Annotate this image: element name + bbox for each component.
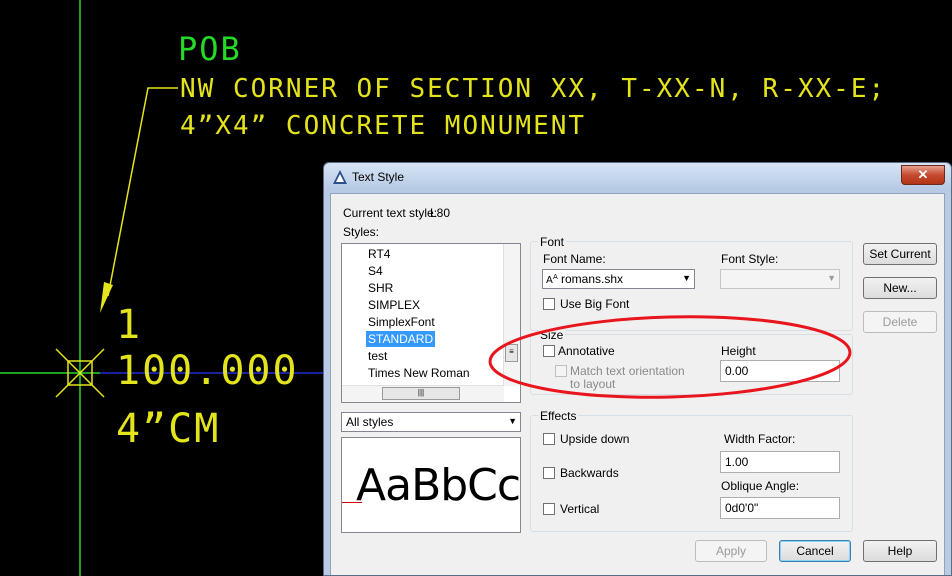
font-name-value: romans.shx [561,272,624,286]
style-filter-value: All styles [346,415,394,429]
point-number-label: 1 [116,302,143,348]
close-icon: ✕ [917,167,929,182]
style-item-times-new-roman[interactable]: Times New Roman [366,365,472,381]
font-style-label: Font Style: [721,252,779,266]
apply-button[interactable]: Apply [695,540,767,562]
styles-horizontal-scrollbar[interactable]: ||| [342,385,504,402]
svg-text:A: A [553,273,558,281]
backwards-checkbox[interactable] [543,467,555,479]
width-factor-value: 1.00 [725,455,749,469]
vertical-label: Vertical [560,502,600,516]
font-style-dropdown[interactable]: ▼ [720,269,840,289]
vertical-checkbox[interactable] [543,503,555,515]
leader-line [107,87,178,297]
annotative-checkbox[interactable] [543,345,555,357]
size-group-legend: Size [538,328,566,342]
use-big-font-label: Use Big Font [560,297,630,311]
width-factor-label: Width Factor: [724,432,796,446]
height-value: 0.00 [725,364,749,378]
font-name-label: Font Name: [543,252,606,266]
preview-sample-text: AaBbCc [356,460,521,511]
oblique-angle-label: Oblique Angle: [721,479,800,493]
autocad-logo-icon [333,170,347,184]
pob-label: POB [178,30,242,68]
styles-listbox[interactable]: RT4 S4 SHR SIMPLEX SimplexFont STANDARD … [341,243,521,403]
close-button[interactable]: ✕ [901,165,945,185]
leader-arrowhead [100,282,113,313]
cancel-button[interactable]: Cancel [779,540,851,562]
style-filter-dropdown[interactable]: All styles ▼ [341,412,521,432]
set-current-button[interactable]: Set Current [863,243,937,265]
help-button[interactable]: Help [863,540,937,562]
style-item-simplex[interactable]: SIMPLEX [366,297,422,313]
match-orientation-label-line1: Match text orientation [570,364,685,378]
dialog-client-area: Current text style: L80 Styles: RT4 S4 S… [330,193,945,575]
text-style-dialog: Text Style ✕ Current text style: L80 Sty… [323,162,952,576]
new-style-button[interactable]: New... [863,277,937,299]
monument-description-line2: 4”X4” CONCRETE MONUMENT [180,111,587,141]
styles-label: Styles: [343,225,380,239]
style-preview-box: AaBbCc [341,437,521,533]
style-item-standard[interactable]: STANDARD [366,331,436,347]
font-group-legend: Font [538,235,567,249]
style-item-simplexfont[interactable]: SimplexFont [366,314,437,330]
point-description-label: 4”CM [116,406,221,452]
annotative-label: Annotative [558,344,615,358]
match-orientation-checkbox[interactable] [555,365,567,377]
style-item-s4[interactable]: S4 [366,263,385,279]
upside-down-label: Upside down [560,432,630,446]
chevron-down-icon: ▼ [682,273,691,283]
effects-group-legend: Effects [538,409,579,423]
style-item-rt4[interactable]: RT4 [366,246,392,262]
dialog-title: Text Style [352,170,405,184]
upside-down-checkbox[interactable] [543,433,555,445]
current-style-label: Current text style: [343,206,438,220]
style-item-test[interactable]: test [366,348,389,364]
font-name-dropdown[interactable]: A A romans.shx ▼ [542,269,695,289]
height-input[interactable]: 0.00 [720,360,840,382]
horizontal-scroll-thumb[interactable]: ||| [382,387,460,400]
vertical-scroll-thumb[interactable]: ≡ [505,344,518,362]
dialog-title-bar[interactable]: Text Style ✕ [324,163,951,191]
chevron-down-icon: ▼ [827,273,836,283]
svg-text:A: A [546,275,553,286]
styles-vertical-scrollbar[interactable]: ≡ [503,244,520,386]
shx-font-icon: A A [546,273,558,286]
backwards-label: Backwards [560,466,619,480]
oblique-angle-value: 0d0'0" [725,501,759,515]
use-big-font-checkbox[interactable] [543,298,555,310]
chevron-down-icon: ▼ [508,416,517,426]
style-item-shr[interactable]: SHR [366,280,395,296]
delete-style-button[interactable]: Delete [863,311,937,333]
oblique-angle-input[interactable]: 0d0'0" [720,497,840,519]
match-orientation-label-line2: to layout [570,377,616,391]
elevation-label: 100.000 [116,348,299,394]
monument-description-line1: NW CORNER OF SECTION XX, T-XX-N, R-XX-E; [180,74,887,104]
width-factor-input[interactable]: 1.00 [720,451,840,473]
current-style-value: L80 [430,206,451,220]
height-label: Height [721,344,756,358]
